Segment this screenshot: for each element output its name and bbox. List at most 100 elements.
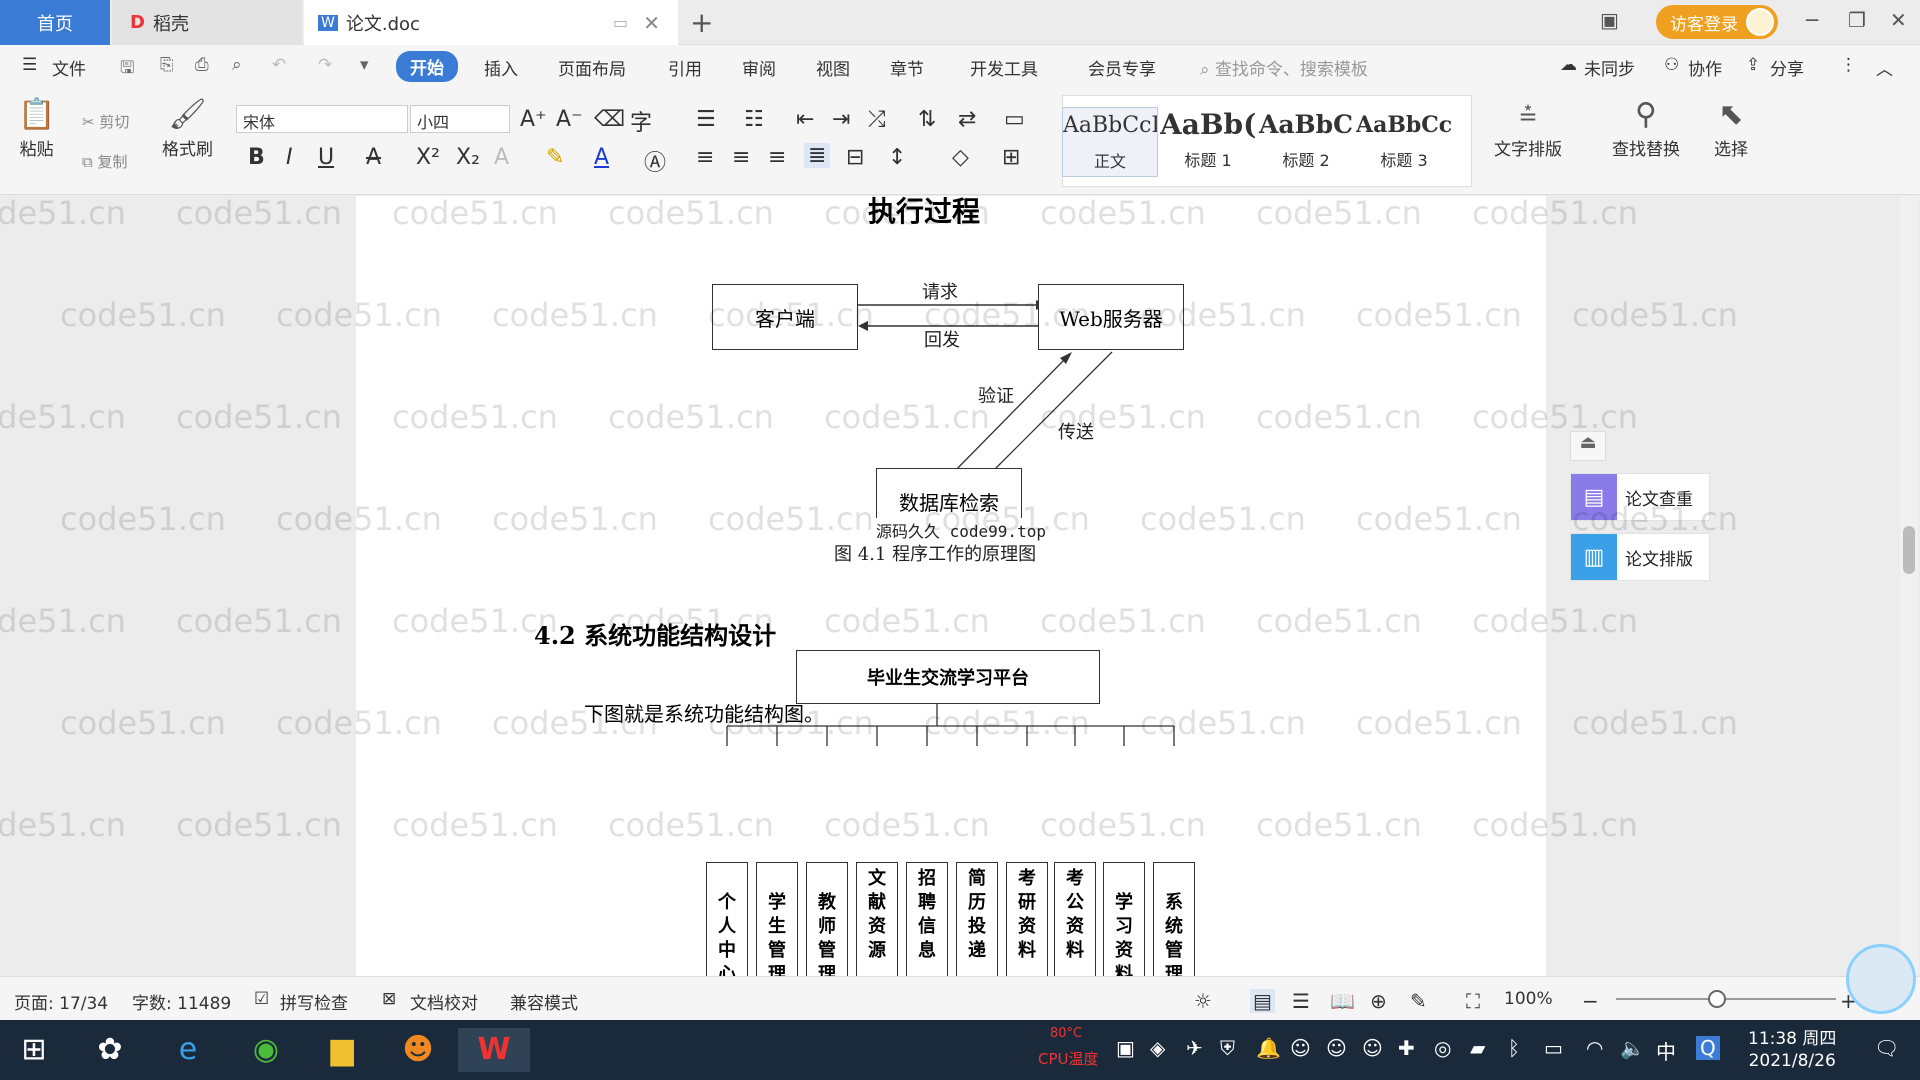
zoom-out-icon[interactable]: − (1582, 989, 1599, 1013)
bullet-list-icon[interactable]: ☰ (696, 107, 716, 132)
tab-daoke[interactable]: D 稻壳 (112, 0, 302, 45)
menu-view[interactable]: 视图 (816, 55, 850, 80)
style-normal[interactable]: AaBbCcI 正文 (1062, 107, 1158, 177)
numbered-list-icon[interactable]: ☷ (744, 107, 764, 132)
eject-icon[interactable]: ⏏ (1570, 431, 1606, 461)
vertical-scrollbar[interactable] (1900, 196, 1918, 976)
menu-start[interactable]: 开始 (396, 51, 458, 82)
qq-icon[interactable]: ☺ (1326, 1036, 1347, 1060)
menu-ref[interactable]: 引用 (668, 55, 702, 80)
ruler-icon[interactable]: ▭ (1004, 107, 1025, 132)
web-view-icon[interactable]: ⊕ (1370, 989, 1387, 1013)
export-icon[interactable]: ⎘ (160, 55, 174, 75)
chinese-layout-icon[interactable]: ⤮ (868, 107, 886, 132)
collab-button[interactable]: 协作 (1688, 55, 1722, 80)
close-window-button[interactable]: ✕ (1890, 8, 1907, 32)
ie-browser-icon[interactable]: e (166, 1028, 210, 1072)
restore-button[interactable]: ❐ (1848, 8, 1866, 32)
zoom-slider-thumb[interactable] (1708, 990, 1726, 1008)
align-center-icon[interactable]: ≡ (732, 145, 750, 170)
assistant-float-icon[interactable] (1846, 944, 1916, 1014)
subscript-icon[interactable]: X₂ (456, 145, 480, 170)
align-right-icon[interactable]: ≡ (768, 145, 786, 170)
minimize-button[interactable]: ─ (1806, 8, 1818, 32)
pen-icon[interactable]: ✎ (1410, 989, 1427, 1013)
close-tab-icon[interactable]: ✕ (643, 11, 660, 35)
fit-page-icon[interactable]: ⛶ (1466, 989, 1480, 1013)
distribute-icon[interactable]: ⊟ (846, 145, 864, 170)
indent-icon[interactable]: ⇥ (832, 107, 850, 132)
char-border-icon[interactable]: Ⓐ (644, 145, 666, 177)
direction-icon[interactable]: ⇄ (958, 107, 976, 132)
share-button[interactable]: 分享 (1770, 55, 1804, 80)
sync-status[interactable]: 未同步 (1584, 55, 1635, 80)
menu-insert[interactable]: 插入 (484, 55, 518, 80)
tray-app-icon[interactable]: ◎ (1434, 1036, 1451, 1060)
text-layout-button[interactable]: ⩮ 文字排版 (1494, 95, 1562, 160)
shrink-font-icon[interactable]: A⁻ (556, 107, 583, 132)
document-page[interactable]: 执行过程 客户端 Web服务器 请求 回发 验证 传送 数据库检索 源码久久 c… (356, 196, 1546, 976)
line-spacing-icon[interactable]: ↕ (888, 145, 906, 170)
font-color-icon[interactable]: A (594, 145, 609, 170)
tray-app-icon[interactable]: ✈ (1186, 1036, 1203, 1060)
browser-360-icon[interactable]: ◉ (244, 1028, 288, 1072)
menu-devtools[interactable]: 开发工具 (970, 55, 1038, 80)
shading-icon[interactable]: ◇ (952, 145, 969, 170)
paper-typeset-button[interactable]: ▥ 论文排版 (1570, 533, 1710, 581)
tab-document[interactable]: W 论文.doc ▭ ✕ (304, 0, 678, 45)
file-explorer-icon[interactable]: ▆ (320, 1028, 364, 1072)
save-icon[interactable]: 🖫 (120, 55, 134, 84)
notification-icon[interactable]: 🗨 (1874, 1036, 1899, 1060)
collapse-ribbon-icon[interactable]: ︿ (1876, 55, 1893, 80)
more-icon[interactable]: ⋮ (1840, 55, 1857, 75)
tray-app-icon[interactable]: ▣ (1116, 1036, 1135, 1060)
paper-check-button[interactable]: ▤ 论文查重 (1570, 473, 1710, 521)
ime-indicator[interactable]: 中 (1656, 1036, 1676, 1065)
print-icon[interactable]: ⎙ (195, 55, 209, 75)
read-view-icon[interactable]: 📖 (1330, 989, 1355, 1013)
battery-icon[interactable]: ▭ (1544, 1036, 1563, 1060)
command-search[interactable]: ⌕ 查找命令、搜索模板 (1200, 55, 1368, 80)
page-view-icon[interactable]: ▤ (1250, 989, 1275, 1013)
bell-icon[interactable]: 🔔 (1256, 1036, 1281, 1060)
search-app-icon[interactable]: Q (1696, 1036, 1720, 1060)
app-pinwheel-icon[interactable]: ✿ (88, 1028, 132, 1072)
volume-icon[interactable]: 🔈 (1620, 1036, 1645, 1060)
gpu-icon[interactable]: ▰ (1470, 1036, 1485, 1060)
undo-icon[interactable]: ↶ (272, 55, 286, 75)
menu-icon[interactable]: ☰ (22, 55, 37, 75)
wps-taskbar-icon[interactable]: W (458, 1028, 530, 1072)
login-button[interactable]: 访客登录 (1656, 5, 1778, 39)
bluetooth-icon[interactable]: ᛒ (1508, 1036, 1520, 1060)
bold-icon[interactable]: B (248, 145, 265, 170)
style-heading1[interactable]: AaBb(标题 1 (1160, 107, 1256, 177)
menu-file[interactable]: 文件 (52, 55, 86, 80)
align-left-icon[interactable]: ≡ (696, 145, 714, 170)
style-heading3[interactable]: AaBbCcl 标题 3 (1356, 107, 1452, 177)
system-clock[interactable]: 11:38 周四 2021/8/26 (1748, 1028, 1836, 1072)
sort-icon[interactable]: ⇅ (918, 107, 936, 132)
highlight-icon[interactable]: ✎ (546, 145, 564, 170)
italic-icon[interactable]: I (286, 145, 293, 170)
font-family-select[interactable]: 宋体 (236, 105, 408, 133)
redo-icon[interactable]: ↷ (318, 55, 332, 75)
word-count[interactable]: 字数: 11489 (132, 989, 231, 1014)
preview-icon[interactable]: ⌕ (232, 55, 242, 75)
eye-protect-icon[interactable]: ☼ (1194, 989, 1212, 1013)
tray-app-icon[interactable]: ◈ (1150, 1036, 1165, 1060)
outdent-icon[interactable]: ⇤ (796, 107, 814, 132)
font-size-select[interactable]: 小四 (410, 105, 510, 133)
wifi-icon[interactable]: ◠ (1586, 1036, 1603, 1060)
phonetic-icon[interactable]: 字 (630, 105, 652, 137)
dropdown-icon[interactable]: ▾ (360, 55, 369, 75)
new-tab-button[interactable]: + (690, 6, 713, 39)
format-painter-button[interactable]: 🖌 格式刷 (162, 95, 213, 160)
page-indicator[interactable]: 页面: 17/34 (14, 989, 108, 1014)
qq-icon[interactable]: ☺ (1362, 1036, 1383, 1060)
scrollbar-thumb[interactable] (1903, 526, 1915, 574)
strikethrough-icon[interactable]: A (366, 145, 381, 170)
menu-layout[interactable]: 页面布局 (558, 55, 626, 80)
borders-icon[interactable]: ⊞ (1002, 145, 1020, 170)
document-area[interactable]: 执行过程 客户端 Web服务器 请求 回发 验证 传送 数据库检索 源码久久 c… (0, 196, 1920, 976)
tray-app-icon[interactable]: ✚ (1398, 1036, 1415, 1060)
